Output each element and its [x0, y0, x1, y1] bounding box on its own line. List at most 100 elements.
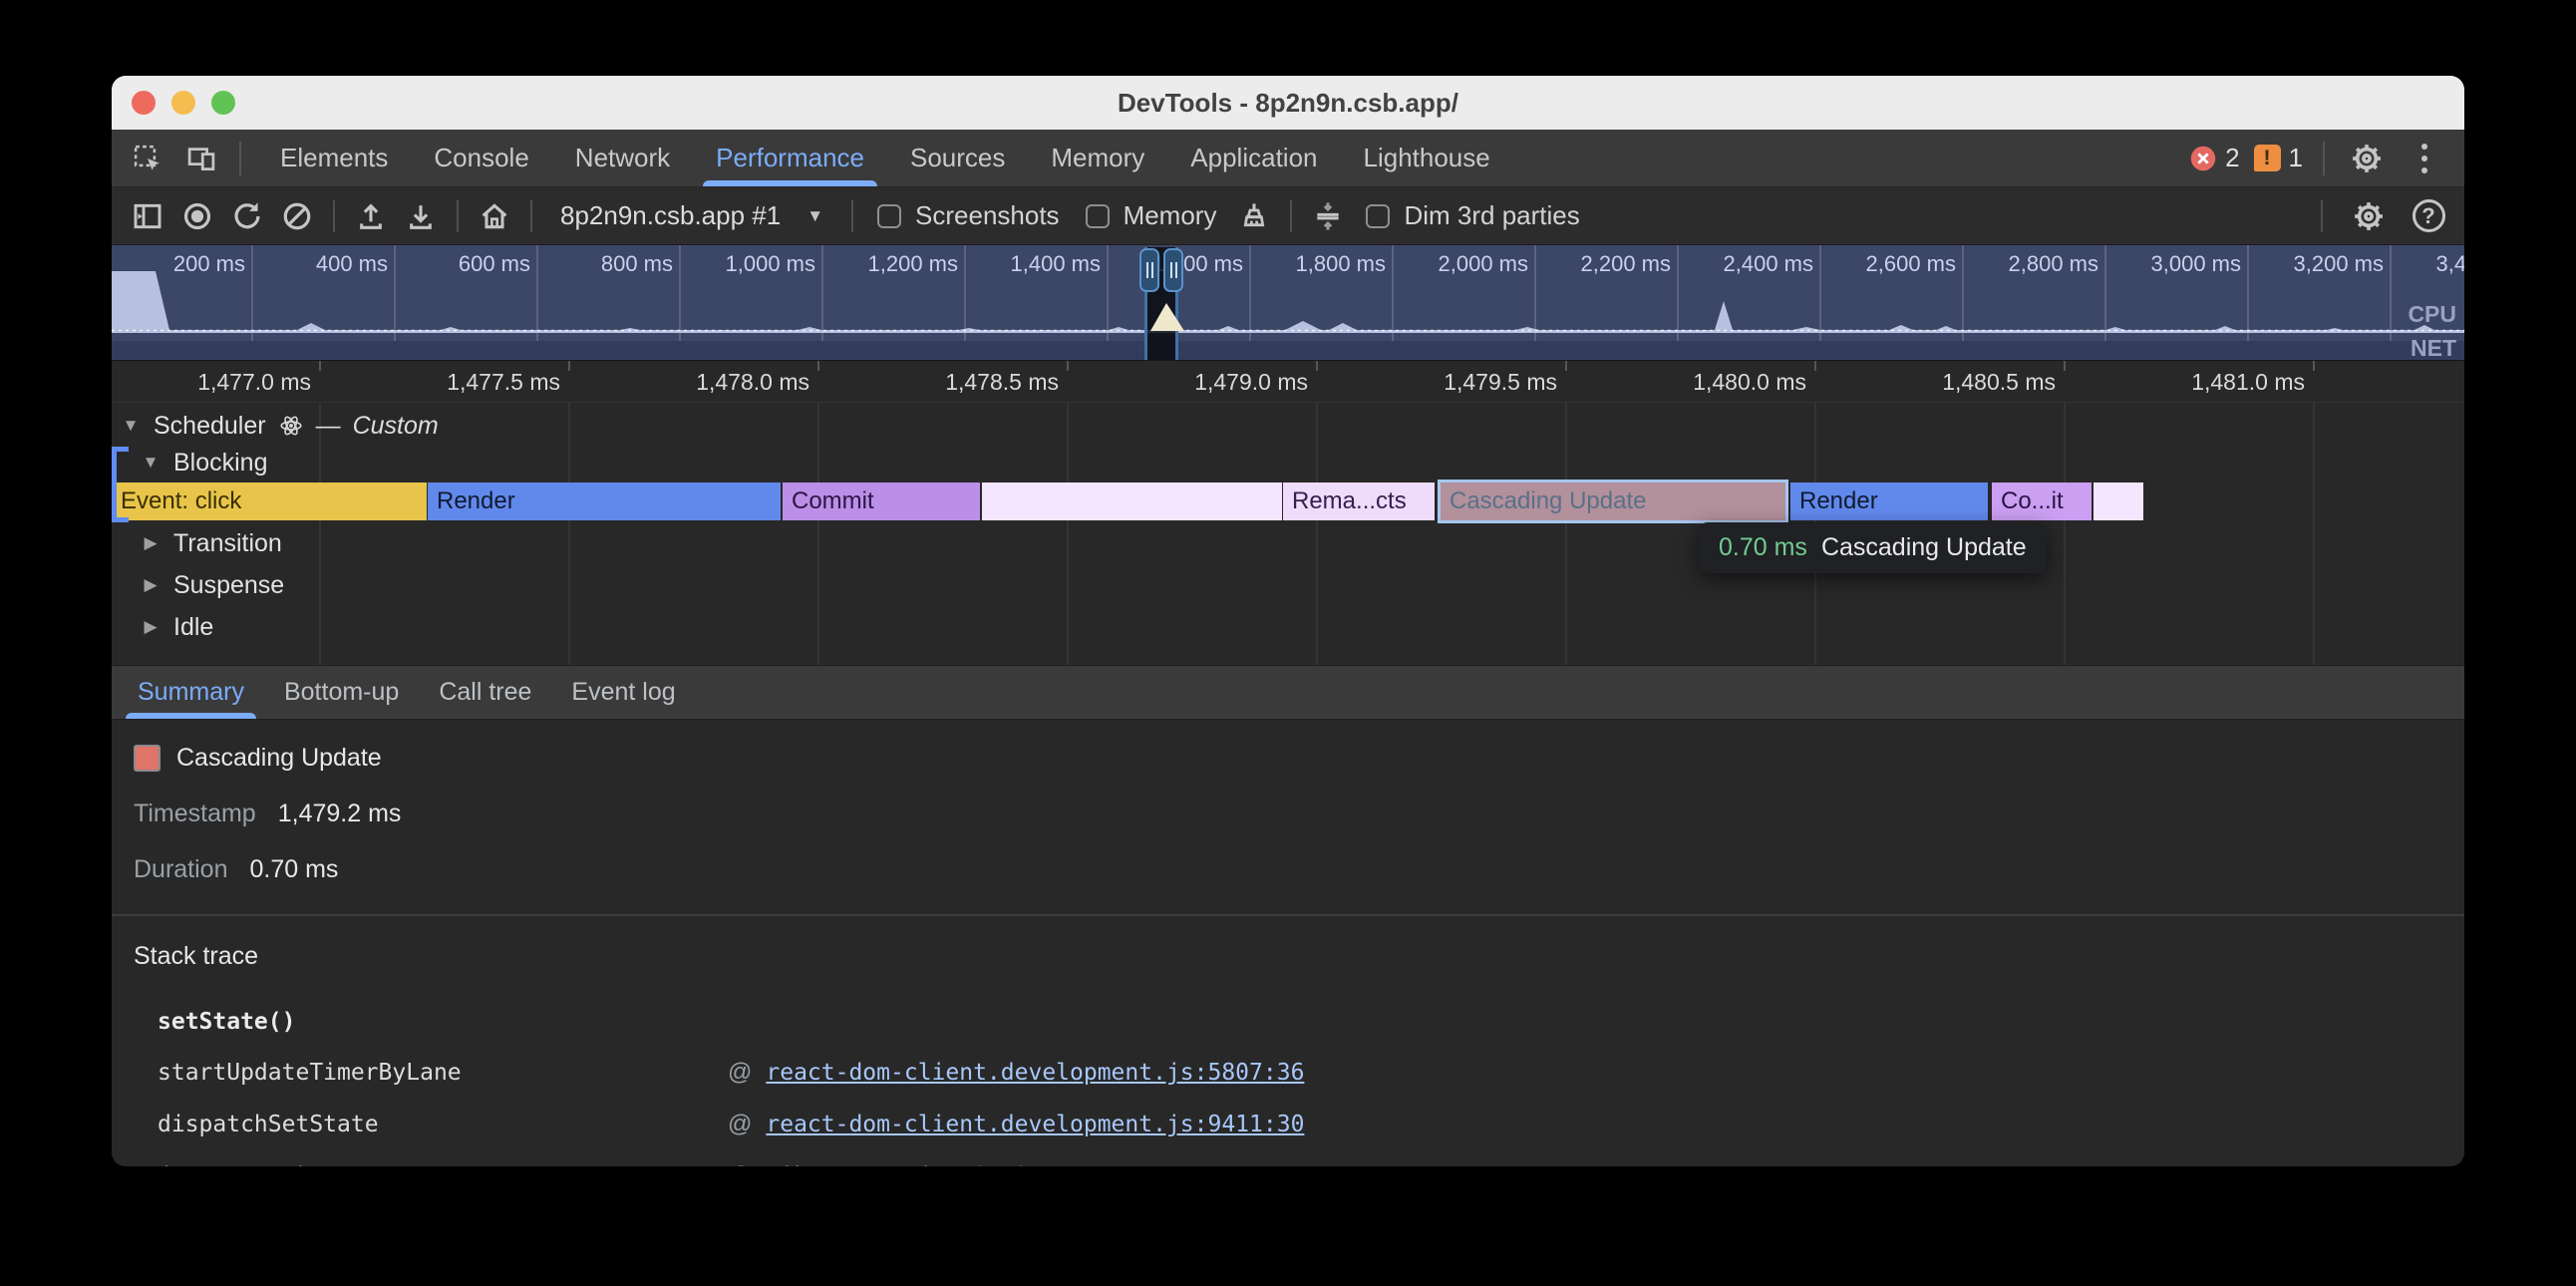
- tab-sources[interactable]: Sources: [887, 130, 1028, 186]
- overview-tick-label: 600 ms: [459, 251, 530, 277]
- issues-badge[interactable]: ! 1: [2254, 137, 2303, 180]
- frame-source-link[interactable]: react-dom-client.development.js:9411:30: [766, 1112, 1304, 1137]
- collect-garbage-button[interactable]: [1232, 194, 1276, 238]
- overview-tick-label: 200 ms: [173, 251, 245, 277]
- tooltip-duration: 0.70 ms: [1719, 533, 1807, 562]
- more-options-button[interactable]: [2403, 137, 2446, 180]
- settings-button[interactable]: [2345, 137, 2389, 180]
- tab-network[interactable]: Network: [552, 130, 693, 186]
- flame-gridline: [817, 403, 819, 665]
- load-profile-button[interactable]: [349, 194, 393, 238]
- collapse-tracks-button[interactable]: [1306, 194, 1350, 238]
- ruler-tick-label: 1,480.0 ms: [1693, 369, 1806, 396]
- details-tab-event-log[interactable]: Event log: [551, 666, 695, 719]
- flame-chart[interactable]: ▼ Scheduler — Custom ▼ Blocking Event: c…: [112, 403, 2464, 666]
- selection-right-handle[interactable]: [1163, 248, 1183, 292]
- chevron-down-icon: ▼: [806, 206, 823, 226]
- devtools-tabbar: ElementsConsoleNetworkPerformanceSources…: [112, 130, 2464, 187]
- separator: [530, 200, 532, 232]
- frame-source-link[interactable]: LikeButton.js:13:13: [766, 1163, 1028, 1166]
- error-icon: [2189, 145, 2217, 172]
- expander-collapsed-icon[interactable]: ▶: [140, 533, 161, 553]
- flame-bar-segment[interactable]: [982, 482, 1282, 520]
- device-toolbar-icon: [186, 144, 216, 173]
- overview-tick-label: 800 ms: [601, 251, 673, 277]
- details-tab-bottom-up[interactable]: Bottom-up: [264, 666, 419, 719]
- ruler-tick-label: 1,479.0 ms: [1194, 369, 1308, 396]
- window-title: DevTools - 8p2n9n.csb.app/: [112, 88, 2464, 119]
- reload-icon: [231, 200, 263, 232]
- reload-record-button[interactable]: [225, 194, 269, 238]
- blocking-track-label: Blocking: [173, 449, 268, 478]
- overview-tick-label: 2,600 ms: [1866, 251, 1957, 277]
- overview-tick-label: 3,000 ms: [2151, 251, 2242, 277]
- flame-gridline: [1316, 403, 1318, 665]
- errors-badge[interactable]: 2: [2189, 137, 2239, 180]
- summary-panel: Cascading Update Timestamp1,479.2 msDura…: [112, 720, 2464, 1166]
- flame-bar-segment[interactable]: [2093, 482, 2143, 520]
- flame-bar-render[interactable]: Render: [1790, 482, 1988, 520]
- device-toolbar-button[interactable]: [179, 137, 223, 180]
- memory-checkbox[interactable]: Memory: [1076, 200, 1227, 231]
- track-transition[interactable]: ▶ Transition: [112, 526, 282, 560]
- tab-performance[interactable]: Performance: [693, 130, 887, 186]
- scheduler-track-suffix: Custom: [353, 412, 439, 441]
- screenshots-label: Screenshots: [915, 200, 1060, 231]
- details-tab-call-tree[interactable]: Call tree: [419, 666, 551, 719]
- expander-collapsed-icon[interactable]: ▶: [140, 575, 161, 595]
- help-icon: ?: [2413, 199, 2445, 232]
- track-blocking[interactable]: ▼ Blocking: [112, 447, 268, 479]
- track-suspense[interactable]: ▶ Suspense: [112, 568, 284, 602]
- flame-bar-event-click[interactable]: Event: click: [112, 482, 427, 520]
- toggle-sidebar-button[interactable]: [126, 194, 169, 238]
- stack-head: setState(): [158, 1009, 2464, 1035]
- expander-expanded-icon[interactable]: ▼: [140, 453, 161, 473]
- target-label: 8p2n9n.csb.app #1: [560, 200, 781, 231]
- flame-bar-commit[interactable]: Commit: [783, 482, 980, 520]
- tab-application[interactable]: Application: [1167, 130, 1340, 186]
- live-metrics-button[interactable]: [473, 194, 516, 238]
- frame-function: startUpdateTimerByLane: [158, 1060, 728, 1086]
- flame-bar-cascading-update[interactable]: Cascading Update: [1441, 482, 1785, 520]
- titlebar: DevTools - 8p2n9n.csb.app/: [112, 76, 2464, 130]
- track-idle[interactable]: ▶ Idle: [112, 610, 213, 644]
- target-selector[interactable]: 8p2n9n.csb.app #1 ▼: [546, 200, 837, 231]
- flame-bar-co-it[interactable]: Co...it: [1992, 482, 2092, 520]
- tab-elements[interactable]: Elements: [257, 130, 411, 186]
- clear-button[interactable]: [275, 194, 319, 238]
- overview-tick-label: 2,000 ms: [1439, 251, 1529, 277]
- ruler-tick: [1814, 361, 1816, 371]
- timeline-overview[interactable]: 200 ms400 ms600 ms800 ms1,000 ms1,200 ms…: [112, 245, 2464, 361]
- dim-3rd-parties-checkbox[interactable]: Dim 3rd parties: [1356, 200, 1589, 231]
- ruler-tick: [319, 361, 321, 371]
- help-button[interactable]: ?: [2407, 194, 2450, 238]
- tab-memory[interactable]: Memory: [1028, 130, 1167, 186]
- flame-bar-render[interactable]: Render: [428, 482, 781, 520]
- stack-frame: dispatchSetState@react-dom-client.develo…: [158, 1111, 2464, 1138]
- tab-lighthouse[interactable]: Lighthouse: [1341, 130, 1513, 186]
- frame-source-link[interactable]: react-dom-client.development.js:5807:36: [766, 1060, 1304, 1086]
- screenshots-checkbox[interactable]: Screenshots: [867, 200, 1070, 231]
- issue-icon: !: [2254, 145, 2281, 171]
- details-tab-summary[interactable]: Summary: [118, 666, 264, 719]
- selection-left-handle[interactable]: [1139, 248, 1159, 292]
- devtools-tabs: ElementsConsoleNetworkPerformanceSources…: [257, 130, 1513, 186]
- expander-expanded-icon[interactable]: ▼: [120, 416, 142, 436]
- track-scheduler[interactable]: ▼ Scheduler — Custom: [112, 409, 439, 443]
- flame-bar-rema-cts[interactable]: Rema...cts: [1283, 482, 1435, 520]
- expander-collapsed-icon[interactable]: ▶: [140, 617, 161, 637]
- separator: [1290, 200, 1292, 232]
- save-profile-button[interactable]: [399, 194, 443, 238]
- garbage-broom-icon: [1238, 200, 1270, 232]
- capture-settings-button[interactable]: [2347, 194, 2391, 238]
- dash-separator: —: [316, 412, 341, 441]
- separator: [457, 200, 459, 232]
- tab-console[interactable]: Console: [411, 130, 551, 186]
- record-button[interactable]: [175, 194, 219, 238]
- inspect-element-button[interactable]: [126, 137, 169, 180]
- panel-left-icon: [132, 200, 163, 232]
- info-value: 0.70 ms: [250, 855, 339, 884]
- ruler-tick-label: 1,477.0 ms: [197, 369, 311, 396]
- overview-tick-label: 3,200 ms: [2294, 251, 2385, 277]
- overview-tick-label: 1,200 ms: [868, 251, 959, 277]
